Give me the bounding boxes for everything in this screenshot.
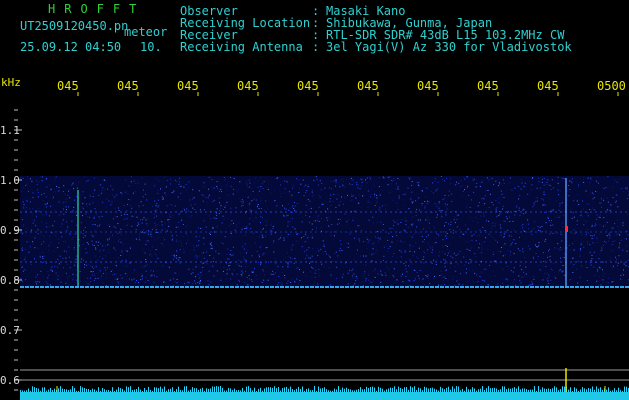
- freq-label: 1.0: [0, 174, 20, 187]
- freq-label: 1.1: [0, 124, 20, 137]
- freq-label: 0.9: [0, 224, 20, 237]
- freq-unit-label: kHz: [1, 76, 21, 89]
- info-separator: :: [312, 40, 320, 54]
- spectrogram-screen: HROFFT UT2509120450.pn meteor 25.09.12 0…: [0, 0, 629, 400]
- app-title: HROFFT: [48, 2, 146, 16]
- time-label: 045: [537, 79, 559, 93]
- time-label: 045: [357, 79, 379, 93]
- freq-label: 0.8: [0, 274, 20, 287]
- time-label: 045: [177, 79, 199, 93]
- time-label: 045: [417, 79, 439, 93]
- freq-label: 0.7: [0, 324, 20, 337]
- time-label: 045: [477, 79, 499, 93]
- freq-label: 0.6: [0, 374, 20, 387]
- time-label: 0500: [597, 79, 626, 93]
- time-label: 045: [297, 79, 319, 93]
- time-label: 045: [237, 79, 259, 93]
- date-time: 25.09.12 04:50: [20, 40, 122, 54]
- file-name: UT2509120450.pn: [20, 19, 129, 33]
- spectrogram-plot: [14, 92, 629, 400]
- meteor-count: 10.: [140, 40, 162, 54]
- info-key-antenna: Receiving Antenna: [180, 40, 303, 54]
- info-value-antenna: 3el Yagi(V) Az 330 for Vladivostok: [326, 40, 572, 54]
- time-label: 045: [117, 79, 139, 93]
- time-label: 045: [57, 79, 79, 93]
- meteor-label: meteor: [124, 25, 168, 39]
